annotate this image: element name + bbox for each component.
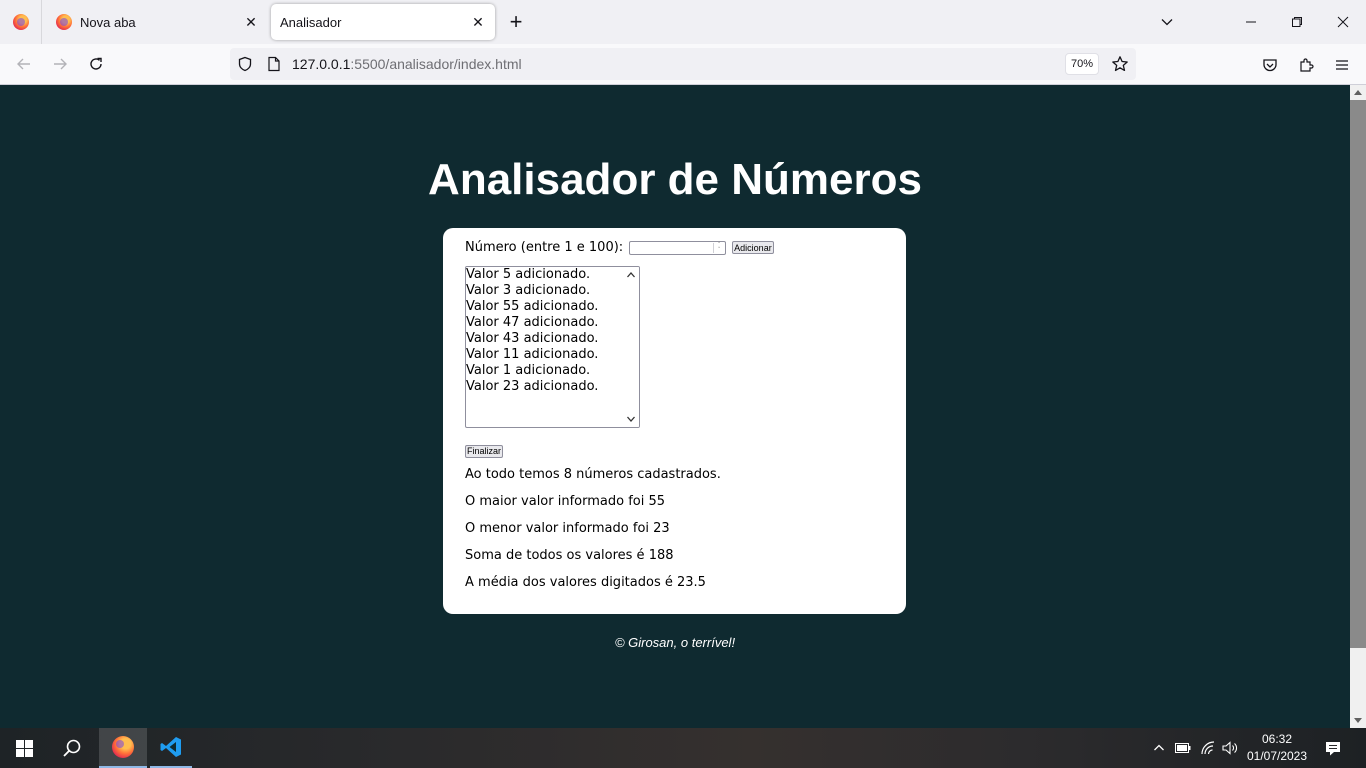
result-max: O maior valor informado foi 55: [465, 494, 666, 509]
notification-icon[interactable]: [1318, 728, 1348, 768]
chevron-up-icon[interactable]: [1353, 88, 1363, 98]
extensions-icon[interactable]: [1292, 51, 1320, 79]
close-window-icon[interactable]: [1320, 0, 1366, 44]
firefox-icon: [112, 736, 134, 758]
chevron-down-icon[interactable]: [626, 414, 636, 424]
list-item[interactable]: Valor 43 adicionado.: [466, 331, 623, 347]
url-host: 127.0.0.1: [292, 56, 351, 72]
clock-display: 06:32 01/07/2023: [1247, 731, 1307, 765]
taskbar-firefox-button[interactable]: [99, 728, 147, 768]
firefox-icon: [12, 14, 29, 30]
menu-icon[interactable]: [1328, 51, 1356, 79]
battery-icon[interactable]: [1172, 728, 1194, 768]
volume-icon[interactable]: [1220, 728, 1242, 768]
list-item[interactable]: Valor 1 adicionado.: [466, 363, 623, 379]
list-item[interactable]: Valor 3 adicionado.: [466, 283, 623, 299]
tab-title: Analisador: [280, 14, 342, 30]
result-sum: Soma de todos os valores é 188: [465, 548, 674, 563]
back-icon[interactable]: [9, 49, 39, 79]
wifi-icon[interactable]: [1197, 728, 1219, 768]
list-item[interactable]: Valor 47 adicionado.: [466, 315, 623, 331]
url-path: :5500/analisador/index.html: [350, 56, 522, 72]
listbox-scrollbar[interactable]: [623, 267, 639, 427]
finalize-row: Finalizar: [465, 443, 504, 458]
firefox-view-button[interactable]: [0, 0, 42, 44]
result-average: A média dos valores digitados é 23.5: [465, 575, 706, 590]
clock-time: 06:32: [1261, 732, 1293, 746]
spinner-icon[interactable]: ˄ ˅: [713, 242, 724, 253]
finalize-button[interactable]: Finalizar: [465, 444, 504, 458]
tab-strip: Nova aba ✕ Analisador ✕ +: [0, 0, 1366, 44]
restore-icon[interactable]: [1274, 0, 1320, 44]
footer: © Girosan, o terrível!: [614, 635, 736, 650]
result-min: O menor valor informado foi 23: [465, 521, 670, 536]
page-icon[interactable]: [265, 55, 283, 73]
chevron-up-icon[interactable]: [1150, 728, 1168, 768]
chevron-up-icon[interactable]: [626, 270, 636, 280]
taskbar-vscode-button[interactable]: [150, 728, 192, 768]
pocket-icon[interactable]: [1256, 51, 1284, 79]
page-scrollbar[interactable]: [1350, 85, 1366, 728]
forward-icon[interactable]: [45, 49, 75, 79]
add-button[interactable]: Adicionar: [732, 241, 774, 254]
clock[interactable]: 06:32 01/07/2023: [1245, 728, 1309, 768]
plus-icon[interactable]: +: [502, 8, 530, 36]
url-bar[interactable]: 127.0.0.1:5500/analisador/index.html 70%: [230, 48, 1136, 80]
page-title: Analisador de Números: [428, 155, 922, 204]
vscode-icon: [160, 737, 181, 757]
tab-title: Nova aba: [80, 14, 136, 30]
list-item[interactable]: Valor 23 adicionado.: [466, 379, 623, 395]
url-text[interactable]: 127.0.0.1:5500/analisador/index.html: [292, 56, 522, 72]
values-listbox[interactable]: Valor 5 adicionado. Valor 3 adicionado. …: [465, 266, 640, 428]
list-item[interactable]: Valor 5 adicionado.: [466, 267, 623, 283]
number-form: Número (entre 1 e 100): ˄ ˅ Adicionar: [465, 240, 774, 255]
reload-icon[interactable]: [81, 49, 111, 79]
page-viewport: Analisador de Números Número (entre 1 e …: [0, 85, 1350, 728]
shield-icon[interactable]: [236, 55, 254, 73]
windows-taskbar: 06:32 01/07/2023: [0, 728, 1366, 768]
scrollbar-thumb[interactable]: [1350, 100, 1366, 648]
listbox-items: Valor 5 adicionado. Valor 3 adicionado. …: [466, 267, 623, 395]
chevron-down-icon[interactable]: [1153, 8, 1181, 36]
chevron-down-icon[interactable]: [1353, 715, 1363, 725]
star-icon[interactable]: [1109, 53, 1131, 75]
navigation-bar: 127.0.0.1:5500/analisador/index.html 70%: [0, 44, 1366, 85]
search-icon[interactable]: [48, 728, 96, 768]
result-count: Ao todo temos 8 números cadastrados.: [465, 467, 721, 482]
list-item[interactable]: Valor 11 adicionado.: [466, 347, 623, 363]
windows-start-icon[interactable]: [0, 728, 48, 768]
tab-analisador[interactable]: Analisador ✕: [271, 4, 495, 40]
list-item[interactable]: Valor 55 adicionado.: [466, 299, 623, 315]
zoom-level-badge[interactable]: 70%: [1065, 53, 1099, 75]
tab-nova-aba[interactable]: Nova aba ✕: [43, 4, 268, 40]
analyzer-card: Número (entre 1 e 100): ˄ ˅ Adicionar Val…: [443, 228, 906, 614]
number-input[interactable]: ˄ ˅: [629, 240, 727, 255]
number-label: Número (entre 1 e 100):: [465, 240, 624, 255]
close-icon[interactable]: ✕: [464, 8, 492, 36]
firefox-icon: [56, 14, 72, 30]
minimize-icon[interactable]: [1228, 0, 1274, 44]
clock-date: 01/07/2023: [1246, 749, 1308, 763]
close-icon[interactable]: ✕: [237, 8, 265, 36]
